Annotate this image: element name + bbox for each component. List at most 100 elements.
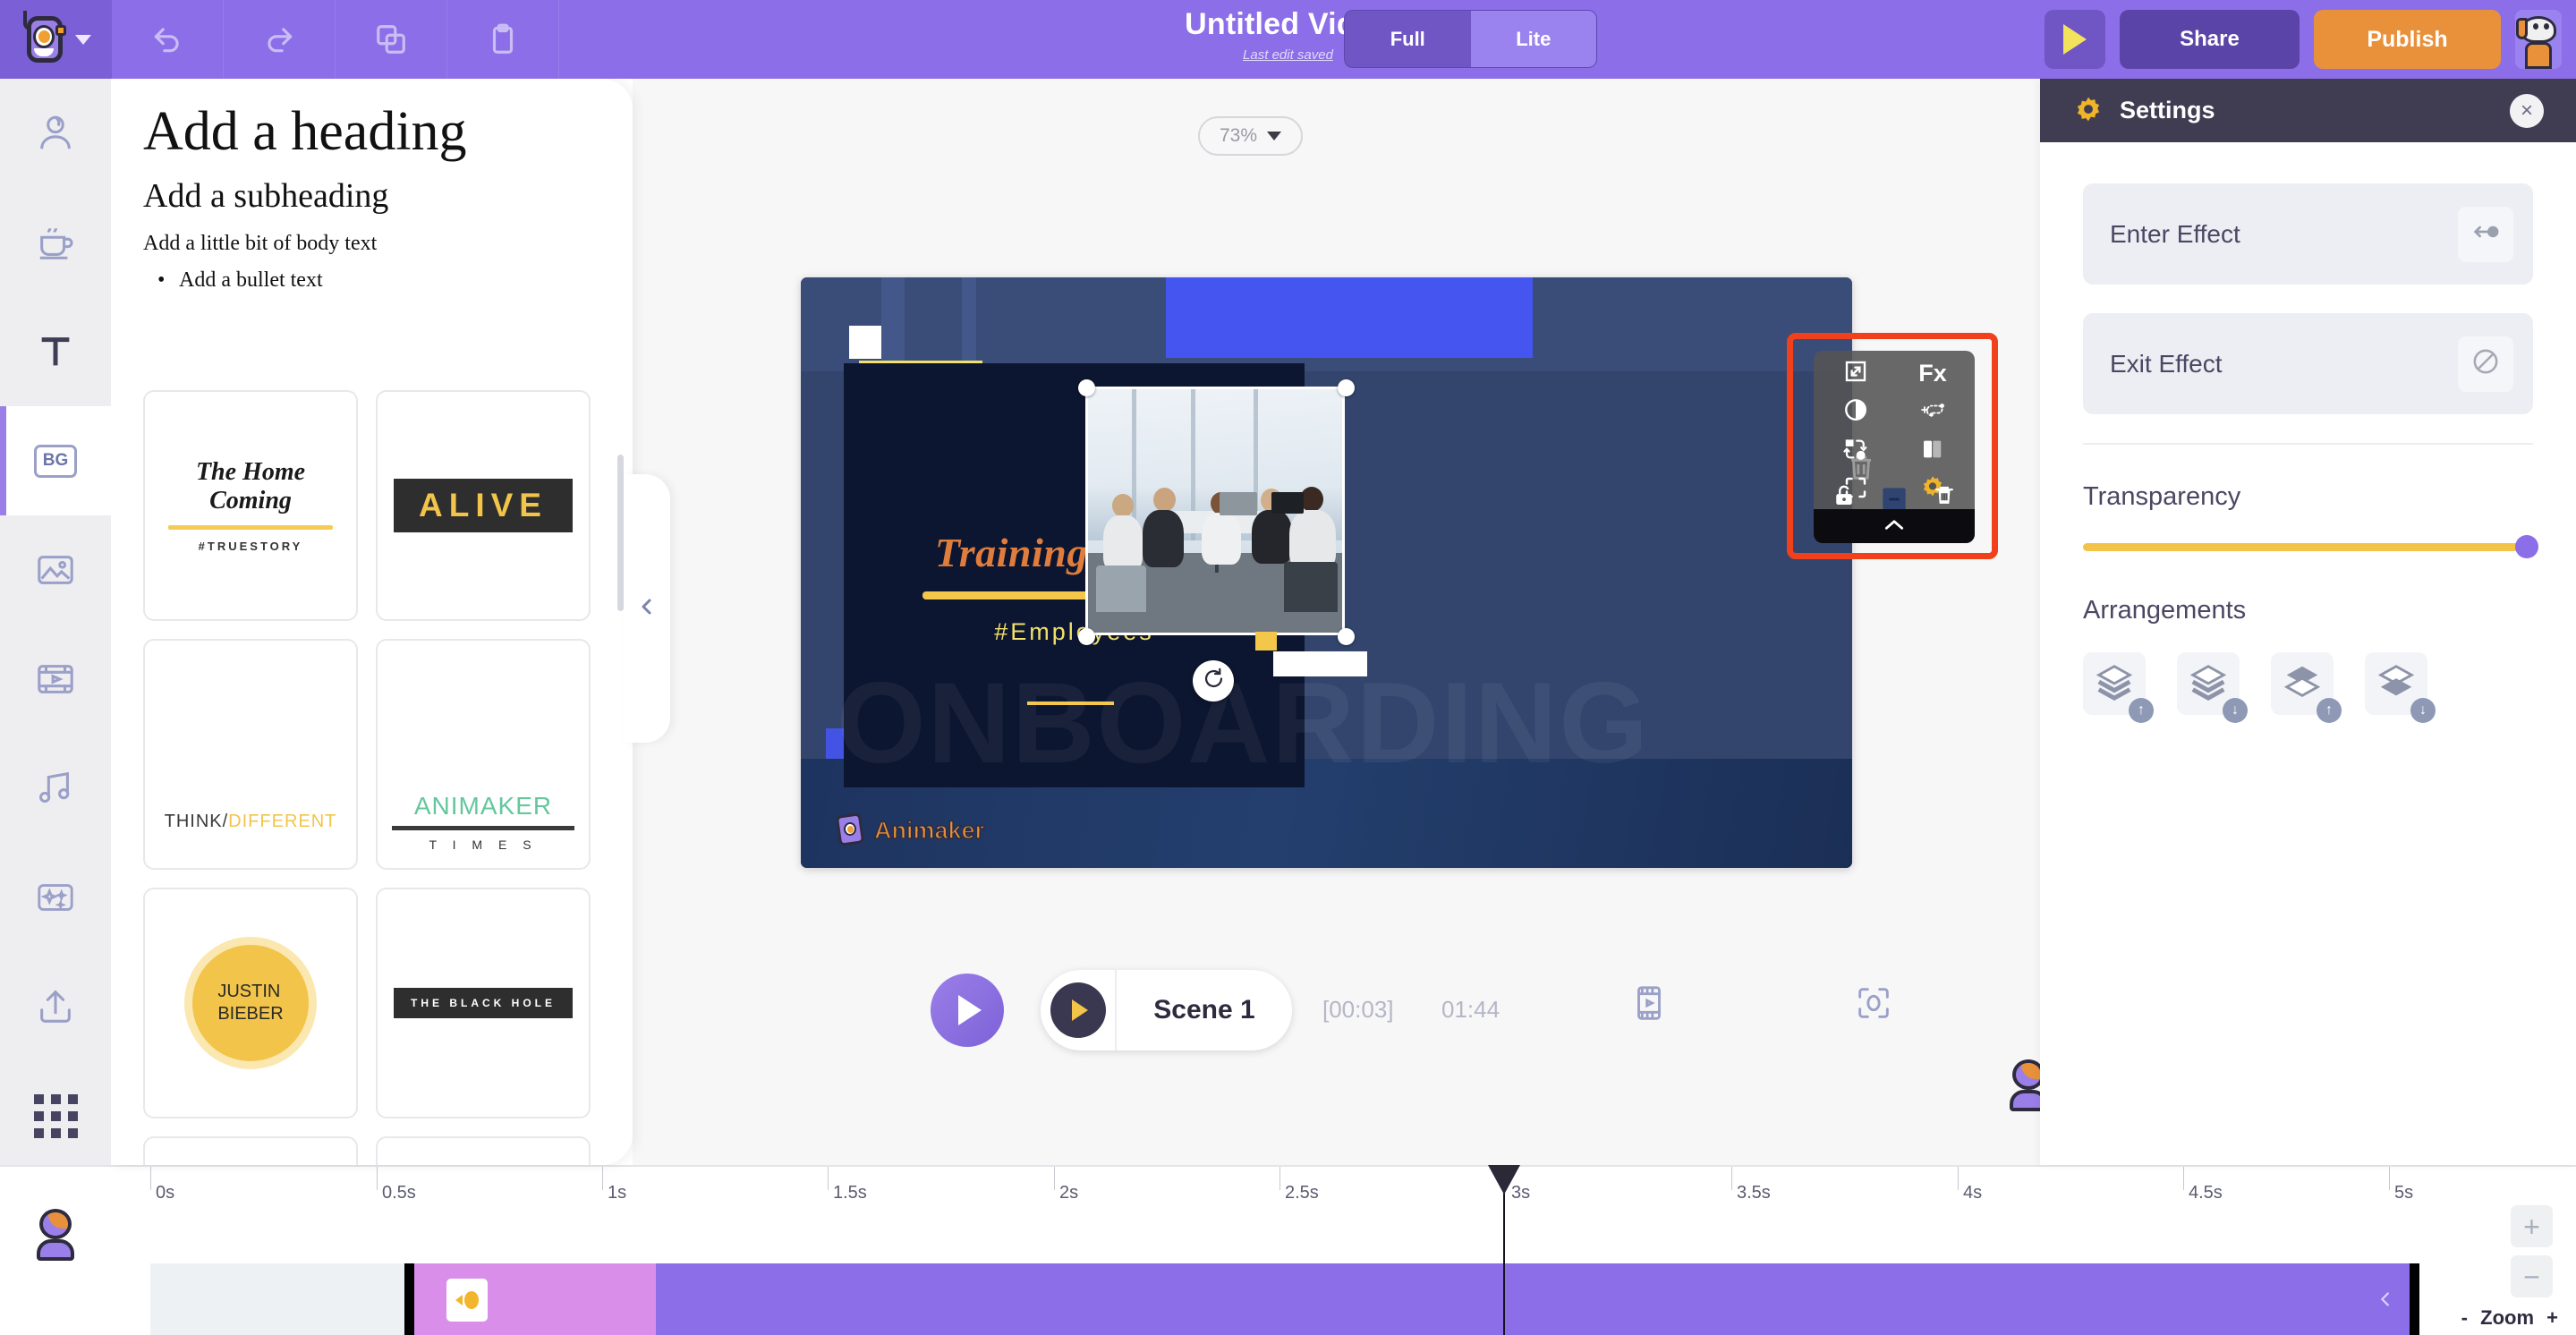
- preset-subheading[interactable]: Add a subheading: [143, 176, 600, 216]
- timeline-play-button[interactable]: [931, 974, 1004, 1047]
- bring-to-front-button[interactable]: ↑: [2271, 652, 2342, 723]
- template-title-line2: BIEBER: [217, 1004, 284, 1024]
- clip-effect-badge[interactable]: [446, 1279, 488, 1322]
- ctx-fx-button[interactable]: Fx: [1894, 354, 1971, 393]
- enter-effect-icon: [455, 1295, 463, 1305]
- caret-down-icon: [1267, 132, 1282, 140]
- no-effect-icon: [2470, 346, 2501, 381]
- sidebar-item-upload[interactable]: [0, 952, 111, 1061]
- slider-knob[interactable]: [2515, 535, 2538, 558]
- contrast-circle-icon: [1842, 396, 1869, 428]
- transparency-slider[interactable]: [2083, 535, 2538, 558]
- slide-watermark-text: ONBOARDING: [837, 659, 1650, 787]
- sidebar-item-image[interactable]: [0, 515, 111, 625]
- ctx-lock-button[interactable]: [1831, 482, 1858, 509]
- resize-handle-bl[interactable]: [1078, 628, 1095, 645]
- ruler-tick-label: 4s: [1963, 1183, 1983, 1203]
- scene-chip[interactable]: Scene 1: [1041, 970, 1292, 1050]
- preview-button[interactable]: [2045, 10, 2105, 69]
- zoom-level-selector[interactable]: 73%: [1198, 116, 1303, 156]
- timeline-playhead[interactable]: [1488, 1165, 1520, 1335]
- camera-focus-button[interactable]: [1853, 982, 1894, 1028]
- zoom-plus-label[interactable]: +: [2546, 1306, 2558, 1329]
- template-card-justin-bieber[interactable]: JUSTIN BIEBER: [143, 888, 358, 1118]
- crop-marker[interactable]: [1255, 632, 1277, 650]
- preset-body-text[interactable]: Add a little bit of body text: [143, 232, 600, 256]
- ruler-tick-label: 4.5s: [2189, 1183, 2223, 1203]
- redo-button[interactable]: [224, 0, 336, 79]
- chevron-down-icon[interactable]: [74, 34, 91, 45]
- sidebar-item-music[interactable]: [0, 734, 111, 843]
- sidebar-item-apps[interactable]: [0, 1061, 111, 1170]
- scene-film-button[interactable]: [1628, 982, 1670, 1028]
- rotate-handle[interactable]: [1193, 660, 1234, 702]
- left-icon-rail: BG: [0, 79, 111, 1261]
- template-card-blank[interactable]: [143, 1136, 358, 1165]
- ctx-add-path-button[interactable]: [1894, 393, 1971, 431]
- undo-button[interactable]: [112, 0, 224, 79]
- sidebar-item-text[interactable]: [0, 297, 111, 406]
- clip-collapse-button[interactable]: [2376, 1288, 2395, 1315]
- resize-handle-tr[interactable]: [1338, 379, 1355, 396]
- ctx-crop-button[interactable]: [1817, 354, 1894, 393]
- sidebar-item-effects[interactable]: [0, 843, 111, 952]
- ctx-collapse-button[interactable]: [1814, 509, 1975, 543]
- enter-effect-row[interactable]: Enter Effect: [2083, 183, 2533, 285]
- share-button[interactable]: Share: [2120, 10, 2300, 69]
- collapse-library-button[interactable]: [624, 474, 670, 743]
- mode-option-lite[interactable]: Lite: [1470, 11, 1596, 67]
- timeline-clip[interactable]: [404, 1263, 2419, 1335]
- zoom-out-button[interactable]: −: [2511, 1255, 2553, 1297]
- template-subtitle: T I M E S: [429, 837, 538, 852]
- object-context-toolbar[interactable]: Fx: [1814, 351, 1975, 543]
- sidebar-item-property[interactable]: [0, 188, 111, 297]
- ctx-contrast-button[interactable]: [1817, 393, 1894, 431]
- send-backward-button[interactable]: ↓: [2177, 652, 2248, 723]
- sidebar-item-background[interactable]: BG: [0, 406, 111, 515]
- sidebar-item-video[interactable]: [0, 625, 111, 734]
- preset-heading[interactable]: Add a heading: [143, 100, 600, 164]
- zoom-in-button[interactable]: +: [2511, 1205, 2553, 1247]
- ruler-tick-label: 2s: [1059, 1183, 1079, 1203]
- bring-forward-button[interactable]: ↑: [2083, 652, 2154, 723]
- resize-handle-tl[interactable]: [1078, 379, 1095, 396]
- send-to-back-button[interactable]: ↓: [2365, 652, 2436, 723]
- slide-canvas[interactable]: Training Videos #Employees ONBOARDING An…: [801, 277, 1852, 868]
- sidebar-item-character[interactable]: [0, 79, 111, 188]
- template-card-black-hole[interactable]: THE BLACK HOLE: [376, 888, 591, 1118]
- zoom-minus-label[interactable]: -: [2461, 1306, 2468, 1329]
- logo-menu-button[interactable]: [0, 0, 112, 79]
- save-status[interactable]: Last edit saved: [1243, 47, 1333, 63]
- copy-button[interactable]: [336, 0, 447, 79]
- ctx-delete-button[interactable]: [1931, 482, 1958, 509]
- exit-effect-row[interactable]: Exit Effect: [2083, 313, 2533, 414]
- template-card-pixel-2019[interactable]: PIXEL 2019: [376, 1136, 591, 1165]
- timeline-ruler[interactable]: 0s 0.5s 1s 1.5s 2s 2.5s 3s 3.5s 4s 4.5s …: [0, 1165, 2576, 1217]
- arrangement-badge: ↓: [2410, 698, 2436, 723]
- template-title: The Home Coming: [195, 458, 306, 514]
- enter-effect-button[interactable]: [2458, 206, 2513, 262]
- paste-button[interactable]: [447, 0, 559, 79]
- template-card-animaker-times[interactable]: ANIMAKER T I M E S: [376, 639, 591, 870]
- mode-toggle[interactable]: Full Lite: [1344, 10, 1597, 68]
- copy-icon: [374, 22, 408, 56]
- template-card-think-different[interactable]: THINK/DIFFERENT: [143, 639, 358, 870]
- settings-body: Enter Effect Exit Effect Transparency Ar…: [2040, 142, 2576, 723]
- account-avatar[interactable]: [0, 1181, 111, 1288]
- scene-play-thumb[interactable]: [1041, 970, 1117, 1050]
- close-settings-button[interactable]: ×: [2510, 93, 2544, 128]
- user-avatar[interactable]: [2515, 10, 2562, 69]
- animaker-mascot-icon: [835, 812, 867, 848]
- ruler-tick-label: 2.5s: [1285, 1183, 1319, 1203]
- resize-handle-br[interactable]: [1338, 628, 1355, 645]
- mode-option-full[interactable]: Full: [1345, 11, 1471, 67]
- template-card-home-coming[interactable]: The Home Coming #TRUESTORY: [143, 390, 358, 621]
- exit-effect-button[interactable]: [2458, 336, 2513, 392]
- ctx-duplicate-button[interactable]: [1877, 482, 1911, 511]
- ctx-flip-button[interactable]: [1894, 432, 1971, 471]
- video-film-icon: [35, 659, 76, 700]
- publish-button[interactable]: Publish: [2314, 10, 2501, 69]
- preset-bullet-text[interactable]: Add a bullet text: [143, 268, 600, 293]
- library-scrollbar[interactable]: [617, 455, 624, 611]
- template-card-alive[interactable]: ALIVE: [376, 390, 591, 621]
